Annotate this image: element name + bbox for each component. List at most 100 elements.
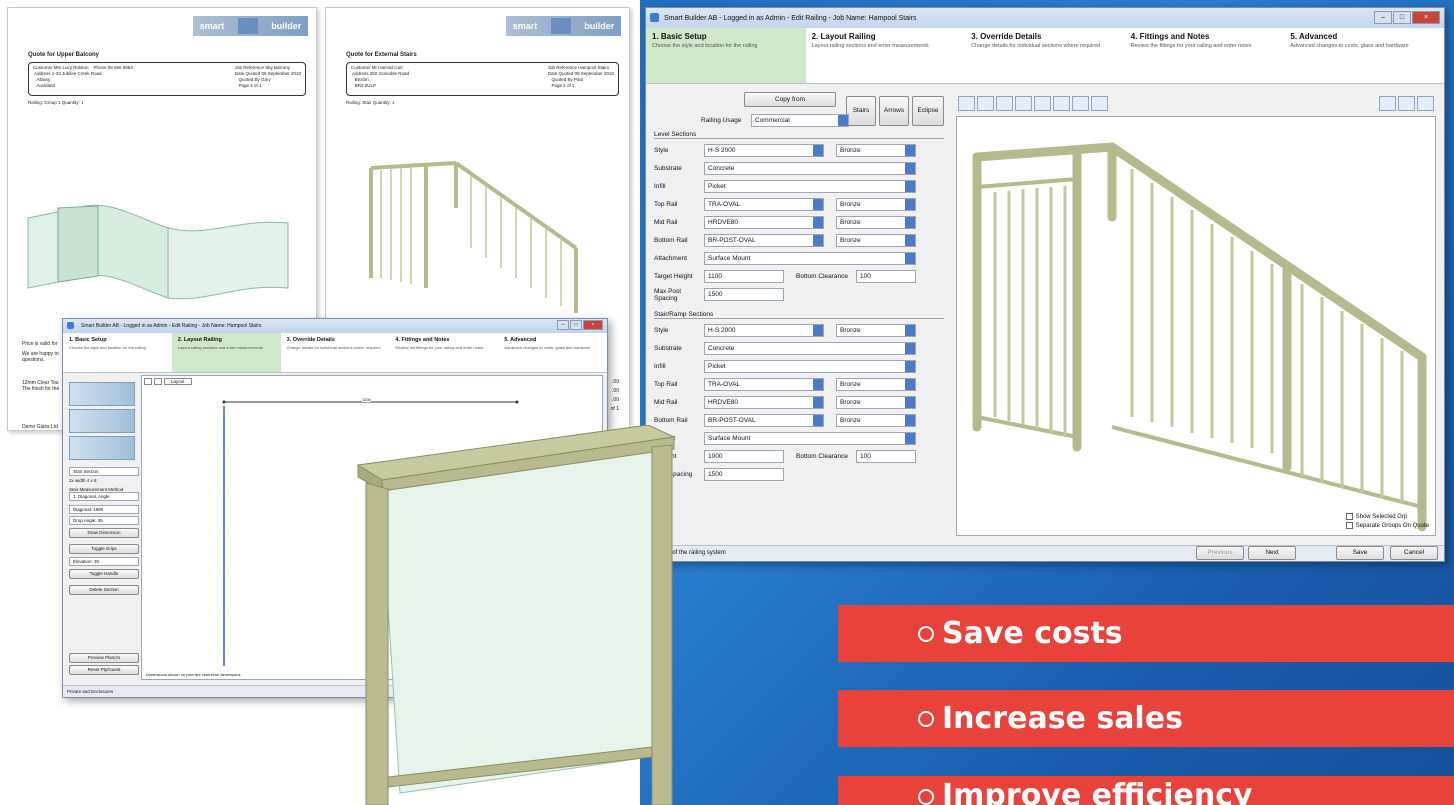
target-height-input[interactable]: 1100 [704, 270, 784, 283]
next-button[interactable]: Next [1248, 546, 1296, 560]
section-thumbnail[interactable] [69, 436, 135, 460]
delete-section-button[interactable]: Delete Section [69, 585, 139, 595]
zoom-in-icon[interactable] [996, 96, 1013, 111]
step-description: Advanced changes to costs, glass and har… [504, 345, 591, 350]
section-thumbnail[interactable] [69, 382, 135, 406]
field-label: Infill [654, 363, 666, 370]
reset-button[interactable]: Reset Pty/Guest [69, 665, 139, 675]
bottom-rail-select[interactable]: BR-POST-OVAL [704, 414, 824, 427]
separate-groups-option[interactable]: Separate Groups On Quote [1345, 522, 1429, 529]
settings-icon[interactable] [1091, 96, 1108, 111]
step-basic-setup[interactable]: 1. Basic Setup Choose the style and locat… [63, 333, 172, 372]
step-override-details[interactable]: 3. Override Details Change details for in… [965, 28, 1125, 83]
style-select[interactable]: H-S 2000 [704, 324, 824, 337]
substrate-select[interactable]: Concrete [704, 342, 916, 355]
finish-select[interactable]: Bronze [836, 414, 916, 427]
finish-select[interactable]: Bronze [836, 324, 916, 337]
step-basic-setup[interactable]: 1. Basic Setup Choose the style and locat… [646, 28, 806, 83]
maximize-button[interactable]: □ [570, 320, 582, 330]
view-arrows-button[interactable]: Arrows [879, 96, 909, 126]
finish-select[interactable]: Bronze [836, 378, 916, 391]
checkbox[interactable] [1345, 513, 1353, 520]
close-button[interactable]: × [583, 320, 603, 330]
stair-spacing-input[interactable]: 1500 [704, 468, 784, 481]
method-select[interactable]: 1. Diagonal, Angle [69, 492, 139, 501]
3d-viewport[interactable]: Show Selected Grp Separate Groups On Quo… [956, 116, 1436, 536]
chevron-down-icon [905, 343, 915, 354]
print-icon[interactable] [1072, 96, 1089, 111]
style-select[interactable]: H-S 2000 [704, 144, 824, 157]
show-selected-option[interactable]: Show Selected Grp [1345, 513, 1429, 520]
top-rail-select[interactable]: TRA-OVAL [704, 198, 824, 211]
railing-usage-select[interactable]: Commercial [751, 114, 849, 127]
minimize-button[interactable]: – [557, 320, 569, 330]
banner-text: Save costs [942, 616, 1123, 651]
top-rail-select[interactable]: TRA-OVAL [704, 378, 824, 391]
form-row: Mid Rail HRDVE80 Bronze [654, 394, 944, 411]
post-spacing-input[interactable]: 1500 [704, 288, 784, 301]
field-value: TRA-OVAL [708, 201, 741, 208]
close-button[interactable]: × [1412, 11, 1440, 24]
stair-height-input[interactable]: 1000 [704, 450, 784, 463]
finish-select[interactable]: Bronze [836, 144, 916, 157]
price-cell-1: .00 [612, 379, 619, 385]
form-row: Substrate Concrete [654, 340, 944, 357]
step-fittings-notes[interactable]: 4. Fittings and Notes Review the fittings… [1125, 28, 1285, 83]
previous-button[interactable]: Previous [1196, 546, 1244, 560]
undo-icon[interactable] [1034, 96, 1051, 111]
smart-builder-logo: smart builder [506, 16, 621, 36]
stair-sub-label: 2x width 4 x 8 [69, 478, 97, 483]
field-label: Style [654, 327, 669, 334]
fit-icon[interactable] [1053, 96, 1070, 111]
bottom-rail-select[interactable]: BR-POST-OVAL [704, 234, 824, 247]
finish-select[interactable]: Bronze [836, 396, 916, 409]
infill-select[interactable]: Picket [704, 180, 916, 193]
logo-text-left: smart [199, 21, 225, 31]
view-split-icon[interactable] [1417, 96, 1434, 111]
view-eclipse-button[interactable]: Eclipse [912, 96, 944, 126]
mid-rail-select[interactable]: HRDVE80 [704, 396, 824, 409]
section-thumbnail[interactable] [69, 409, 135, 433]
minimize-button[interactable]: – [1374, 11, 1392, 24]
toggle-grips-button[interactable]: Toggle Grips [69, 544, 139, 554]
elevation-input[interactable]: Elevation: 30 [69, 557, 139, 566]
chevron-down-icon [813, 415, 823, 426]
view-3d-icon[interactable] [1379, 96, 1396, 111]
draw-dimension-button[interactable]: Draw Dimension [69, 528, 139, 538]
finish-select[interactable]: Bronze [836, 216, 916, 229]
drop-angle-input[interactable]: Drop Angle: 35 [69, 516, 139, 525]
finish-select[interactable]: Bronze [836, 234, 916, 247]
field-value: Concrete [708, 345, 735, 352]
window-controls: – □ × [557, 320, 603, 330]
step-description: Layout railing sections and enter measur… [811, 43, 929, 49]
finish-select[interactable]: Bronze [836, 198, 916, 211]
checkbox[interactable] [1345, 522, 1353, 529]
preview-button[interactable]: Preview Plan/Jo [69, 653, 139, 663]
substrate-select[interactable]: Concrete [704, 162, 916, 175]
stair-clearance-input[interactable]: 100 [856, 450, 916, 463]
move-icon[interactable] [977, 96, 994, 111]
step-advanced[interactable]: 5. Advanced Advanced changes to costs, gl… [1284, 28, 1444, 83]
rotate-icon[interactable] [958, 96, 975, 111]
zoom-out-icon[interactable] [1015, 96, 1032, 111]
step-layout-railing[interactable]: 2. Layout Railing Layout railing sections… [806, 28, 966, 83]
diagonal-input[interactable]: Diagonal: 1990 [69, 505, 139, 514]
mid-rail-select[interactable]: HRDVE80 [704, 216, 824, 229]
view-plan-icon[interactable] [1398, 96, 1415, 111]
attachment-select[interactable]: Surface Mount [704, 432, 916, 445]
toggle-handle-button[interactable]: Toggle Handle [69, 569, 139, 579]
attachment-select[interactable]: Surface Mount [704, 252, 916, 265]
step-fittings-notes[interactable]: 4. Fittings and Notes Review the fittings… [389, 333, 498, 372]
bottom-clearance-input[interactable]: 100 [856, 270, 916, 283]
maximize-button[interactable]: □ [1393, 11, 1411, 24]
infill-select[interactable]: Picket [704, 360, 916, 373]
step-advanced[interactable]: 5. Advanced Advanced changes to costs, gl… [498, 333, 607, 372]
cancel-button[interactable]: Cancel [1390, 546, 1438, 560]
step-override-details[interactable]: 3. Override Details Change details for in… [281, 333, 390, 372]
save-button[interactable]: Save [1336, 546, 1384, 560]
step-description: Change details for individual sections w… [971, 43, 1101, 49]
app-icon [650, 13, 659, 22]
copy-from-button[interactable]: Copy from [744, 92, 836, 107]
step-layout-railing[interactable]: 2. Layout Railing Layout railing sections… [171, 333, 281, 372]
stair-section-select[interactable]: Stair Section [69, 467, 139, 476]
